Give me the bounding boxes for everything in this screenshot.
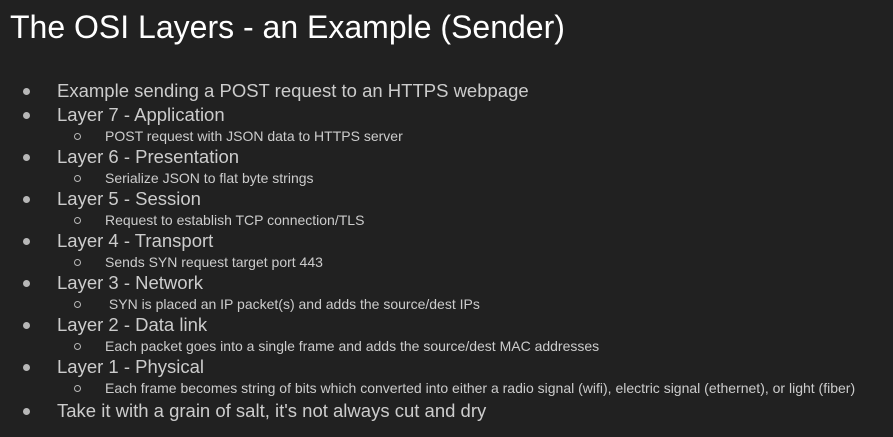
bullet-dot-icon (23, 196, 30, 203)
slide-title: The OSI Layers - an Example (Sender) (10, 9, 565, 45)
sub-bullet-layer-1: Each frame becomes string of bits which … (0, 378, 893, 398)
layer-heading: Layer 3 - Network (57, 272, 203, 293)
layer-detail: SYN is placed an IP packet(s) and adds t… (105, 296, 480, 312)
sub-bullet-ring-icon (74, 259, 81, 266)
layer-heading: Layer 4 - Transport (57, 230, 214, 251)
bullet-layer-3: Layer 3 - Network (0, 272, 893, 294)
bullet-closing-text: Take it with a grain of salt, it's not a… (57, 400, 487, 421)
bullet-intro-text: Example sending a POST request to an HTT… (57, 80, 529, 101)
slide: The OSI Layers - an Example (Sender) Exa… (0, 0, 893, 437)
bullet-layer-5: Layer 5 - Session (0, 188, 893, 210)
bullet-intro: Example sending a POST request to an HTT… (0, 80, 893, 104)
layer-detail: Each frame becomes string of bits which … (105, 380, 856, 396)
bullet-dot-icon (23, 112, 30, 119)
bullet-dot-icon (23, 364, 30, 371)
sub-bullet-layer-4: Sends SYN request target port 443 (0, 252, 893, 272)
sub-bullet-layer-3: SYN is placed an IP packet(s) and adds t… (0, 294, 893, 314)
sub-bullet-ring-icon (74, 301, 81, 308)
bullet-layer-6: Layer 6 - Presentation (0, 146, 893, 168)
sub-bullet-layer-2: Each packet goes into a single frame and… (0, 336, 893, 356)
layer-detail: Request to establish TCP connection/TLS (105, 212, 365, 228)
sub-bullet-layer-5: Request to establish TCP connection/TLS (0, 210, 893, 230)
layer-detail: Serialize JSON to flat byte strings (105, 170, 314, 186)
layer-heading: Layer 7 - Application (57, 104, 225, 125)
sub-bullet-layer-7: POST request with JSON data to HTTPS ser… (0, 126, 893, 146)
bullet-layer-1: Layer 1 - Physical (0, 356, 893, 378)
bullet-dot-icon (23, 322, 30, 329)
bullet-dot-icon (23, 88, 30, 95)
layer-heading: Layer 5 - Session (57, 188, 201, 209)
bullet-dot-icon (23, 238, 30, 245)
layer-heading: Layer 2 - Data link (57, 314, 208, 335)
layer-detail: POST request with JSON data to HTTPS ser… (105, 128, 403, 144)
sub-bullet-ring-icon (74, 175, 81, 182)
sub-bullet-ring-icon (74, 385, 81, 392)
layer-detail: Sends SYN request target port 443 (105, 254, 323, 270)
bullet-dot-icon (23, 408, 30, 415)
sub-bullet-ring-icon (74, 217, 81, 224)
sub-bullet-layer-6: Serialize JSON to flat byte strings (0, 168, 893, 188)
bullet-layer-4: Layer 4 - Transport (0, 230, 893, 252)
sub-bullet-ring-icon (74, 343, 81, 350)
bullet-layer-2: Layer 2 - Data link (0, 314, 893, 336)
bullet-list: Example sending a POST request to an HTT… (0, 80, 893, 422)
layer-detail: Each packet goes into a single frame and… (105, 338, 600, 354)
layer-heading: Layer 1 - Physical (57, 356, 205, 377)
sub-bullet-ring-icon (74, 133, 81, 140)
bullet-dot-icon (23, 154, 30, 161)
bullet-layer-7: Layer 7 - Application (0, 104, 893, 126)
bullet-dot-icon (23, 280, 30, 287)
bullet-closing: Take it with a grain of salt, it's not a… (0, 400, 893, 422)
layer-heading: Layer 6 - Presentation (57, 146, 240, 167)
